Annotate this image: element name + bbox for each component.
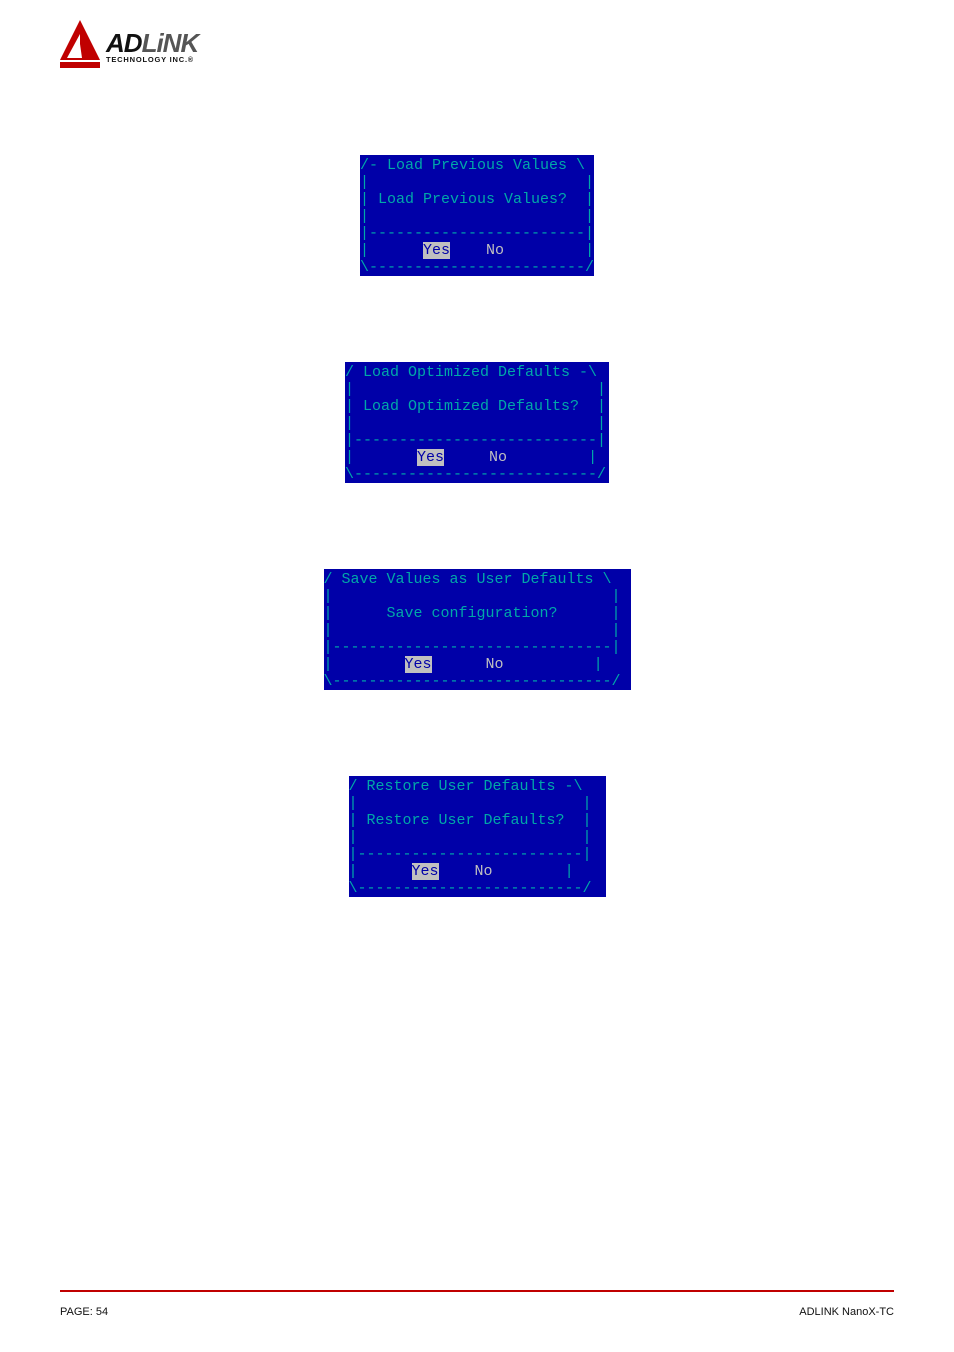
dialog-border-bottom: \------------------------/ xyxy=(360,259,594,276)
no-button[interactable]: No xyxy=(486,242,504,259)
dialog-border-top: / Load Optimized Defaults -\ xyxy=(345,364,597,381)
yes-button[interactable]: Yes xyxy=(423,242,450,259)
dialog-border-sep: |-------------------------| xyxy=(349,846,592,863)
footer-right: ADLINK NanoX-TC xyxy=(799,1306,894,1318)
dialog-load-previous: /- Load Previous Values \ | | | Load Pre… xyxy=(357,152,597,279)
dialog-border-side: | | xyxy=(360,174,594,191)
gap xyxy=(439,863,475,880)
section-restore-user-defaults: Restore User Defaults Select this option… xyxy=(60,721,894,900)
dialog-border-r: | xyxy=(507,449,597,466)
section-help: Select this option to restore the previo… xyxy=(60,739,894,767)
section-restore-previous: Restore Previous Values Select this opti… xyxy=(60,100,894,279)
dialog-border-side: | | xyxy=(345,415,606,432)
gap xyxy=(444,449,489,466)
logo-brand-b: LiNK xyxy=(142,28,199,58)
footer: PAGE: 54 ADLINK NanoX-TC xyxy=(60,1306,894,1318)
dialog-border-bottom: \---------------------------/ xyxy=(345,466,606,483)
dialog-border-side: | | xyxy=(324,588,621,605)
dialog-restore-user: / Restore User Defaults -\ | | | Restore… xyxy=(346,773,609,900)
footer-rule xyxy=(60,1290,894,1292)
dialog-border-bottom: \-------------------------/ xyxy=(349,880,592,897)
logo-mark-icon xyxy=(60,20,100,72)
dialog-save-user: / Save Values as User Defaults \ | | | S… xyxy=(321,566,634,693)
gap xyxy=(450,242,486,259)
dialog-border-side: | | xyxy=(345,381,606,398)
gap xyxy=(432,656,486,673)
dialog-border-r: | xyxy=(493,863,574,880)
dialog-border-side: | | xyxy=(349,795,592,812)
footer-left: PAGE: 54 xyxy=(60,1306,108,1318)
logo: ADLiNK TECHNOLOGY INC.® xyxy=(60,20,894,72)
yes-button[interactable]: Yes xyxy=(417,449,444,466)
dialog-question-line: | Restore User Defaults? | xyxy=(349,812,592,829)
dialog-border-r: | xyxy=(504,242,594,259)
dialog-border-bottom: \-------------------------------/ xyxy=(324,673,621,690)
dialog-border-l: | xyxy=(360,242,423,259)
no-button[interactable]: No xyxy=(486,656,504,673)
dialog-question-line: | Save configuration? | xyxy=(324,605,621,622)
yes-button[interactable]: Yes xyxy=(405,656,432,673)
dialog-question-line: | Load Previous Values? | xyxy=(360,191,594,208)
no-button[interactable]: No xyxy=(475,863,493,880)
section-help: Select this option to restore the factor… xyxy=(60,325,894,353)
dialog-border-r: | xyxy=(504,656,603,673)
section-help: Select this option to restore the previo… xyxy=(60,118,894,146)
dialog-border-top: / Save Values as User Defaults \ xyxy=(324,571,612,588)
dialog-border-sep: |---------------------------| xyxy=(345,432,606,449)
logo-text: ADLiNK TECHNOLOGY INC.® xyxy=(106,20,198,72)
dialog-border-side: | | xyxy=(324,622,621,639)
section-restore-defaults: Restore Defaults Select this option to r… xyxy=(60,307,894,486)
section-help: Select this option to save the current c… xyxy=(60,532,894,560)
dialog-border-top: / Restore User Defaults -\ xyxy=(349,778,583,795)
no-button[interactable]: No xyxy=(489,449,507,466)
section-heading: Restore Defaults xyxy=(60,307,894,325)
dialog-border-l: | xyxy=(324,656,405,673)
section-heading: Restore User Defaults xyxy=(60,721,894,739)
dialog-border-side: | | xyxy=(360,208,594,225)
dialog-border-l: | xyxy=(345,449,417,466)
reg-mark-icon: ® xyxy=(188,57,194,64)
yes-button[interactable]: Yes xyxy=(412,863,439,880)
section-heading: Save as User Defaults xyxy=(60,514,894,532)
dialog-border-sep: |------------------------| xyxy=(360,225,594,242)
section-save-user-defaults: Save as User Defaults Select this option… xyxy=(60,514,894,693)
dialog-border-top: /- Load Previous Values \ xyxy=(360,157,585,174)
dialog-load-optimized: / Load Optimized Defaults -\ | | | Load … xyxy=(342,359,612,486)
logo-subtitle: TECHNOLOGY INC. xyxy=(106,55,188,64)
logo-brand-a: AD xyxy=(106,28,142,58)
dialog-question-line: | Load Optimized Defaults? | xyxy=(345,398,606,415)
section-heading: Restore Previous Values xyxy=(60,100,894,118)
dialog-border-sep: |-------------------------------| xyxy=(324,639,621,656)
dialog-border-l: | xyxy=(349,863,412,880)
dialog-border-side: | | xyxy=(349,829,592,846)
